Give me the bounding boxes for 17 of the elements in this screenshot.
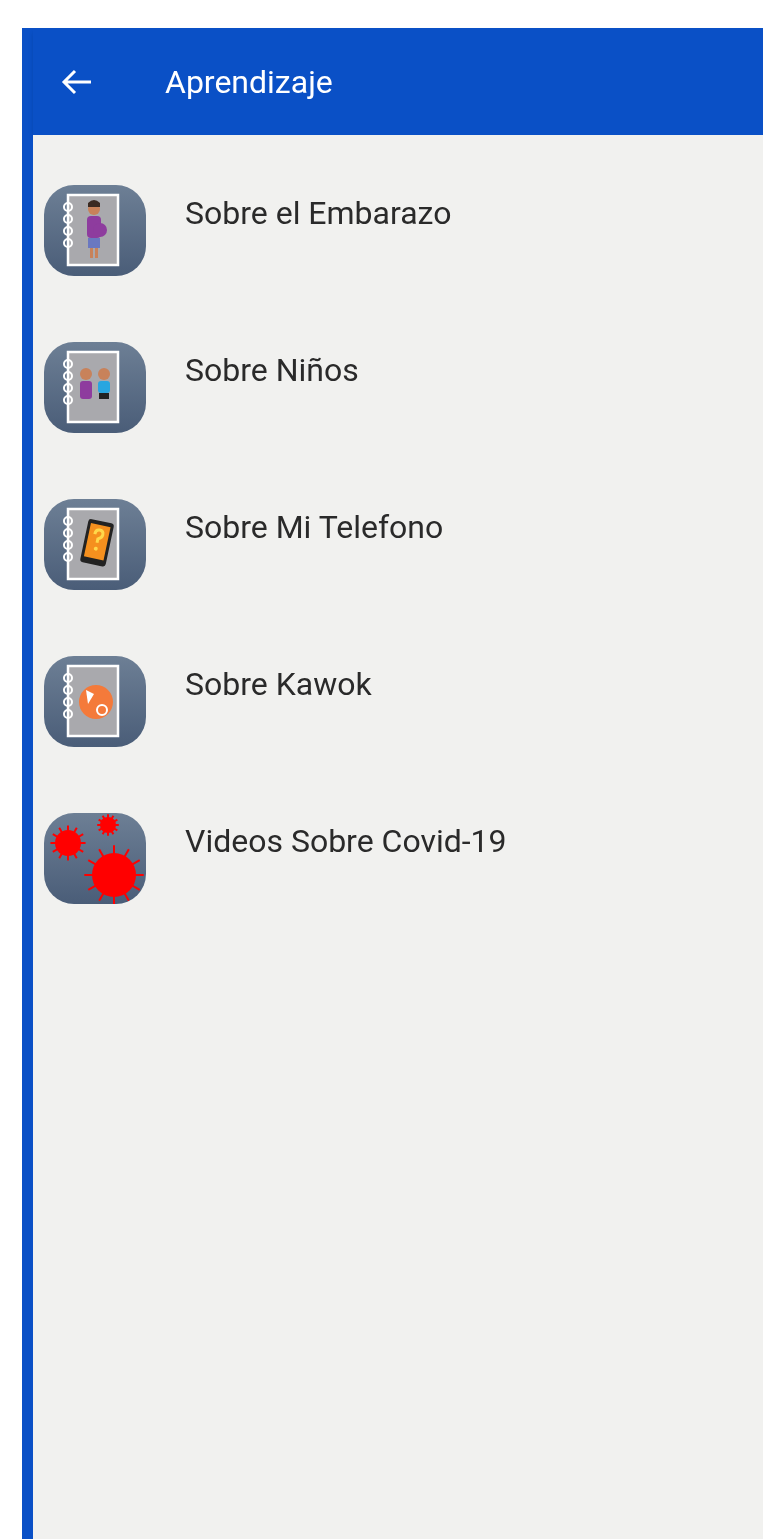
menu-item[interactable]: Sobre Mi Telefono — [42, 497, 763, 592]
menu-item-label: Sobre Kawok — [185, 664, 372, 705]
menu-item[interactable]: Sobre el Embarazo — [42, 183, 763, 278]
phone-question-notebook-icon — [42, 497, 148, 592]
menu-item-label: Videos Sobre Covid-19 — [185, 821, 507, 862]
menu-item[interactable]: Sobre Kawok — [42, 654, 763, 749]
menu-item-label: Sobre Niños — [185, 350, 359, 391]
menu-item[interactable]: Videos Sobre Covid-19 — [42, 811, 763, 906]
screen-title: Aprendizaje — [165, 61, 333, 103]
menu-item-label: Sobre Mi Telefono — [185, 507, 444, 548]
children-notebook-icon — [42, 340, 148, 435]
logo-notebook-icon — [42, 654, 148, 749]
pregnant-woman-notebook-icon — [42, 183, 148, 278]
menu-item[interactable]: Sobre Niños — [42, 340, 763, 435]
menu-item-label: Sobre el Embarazo — [185, 193, 452, 234]
back-arrow-icon[interactable] — [61, 67, 93, 96]
virus-icon — [42, 811, 148, 906]
